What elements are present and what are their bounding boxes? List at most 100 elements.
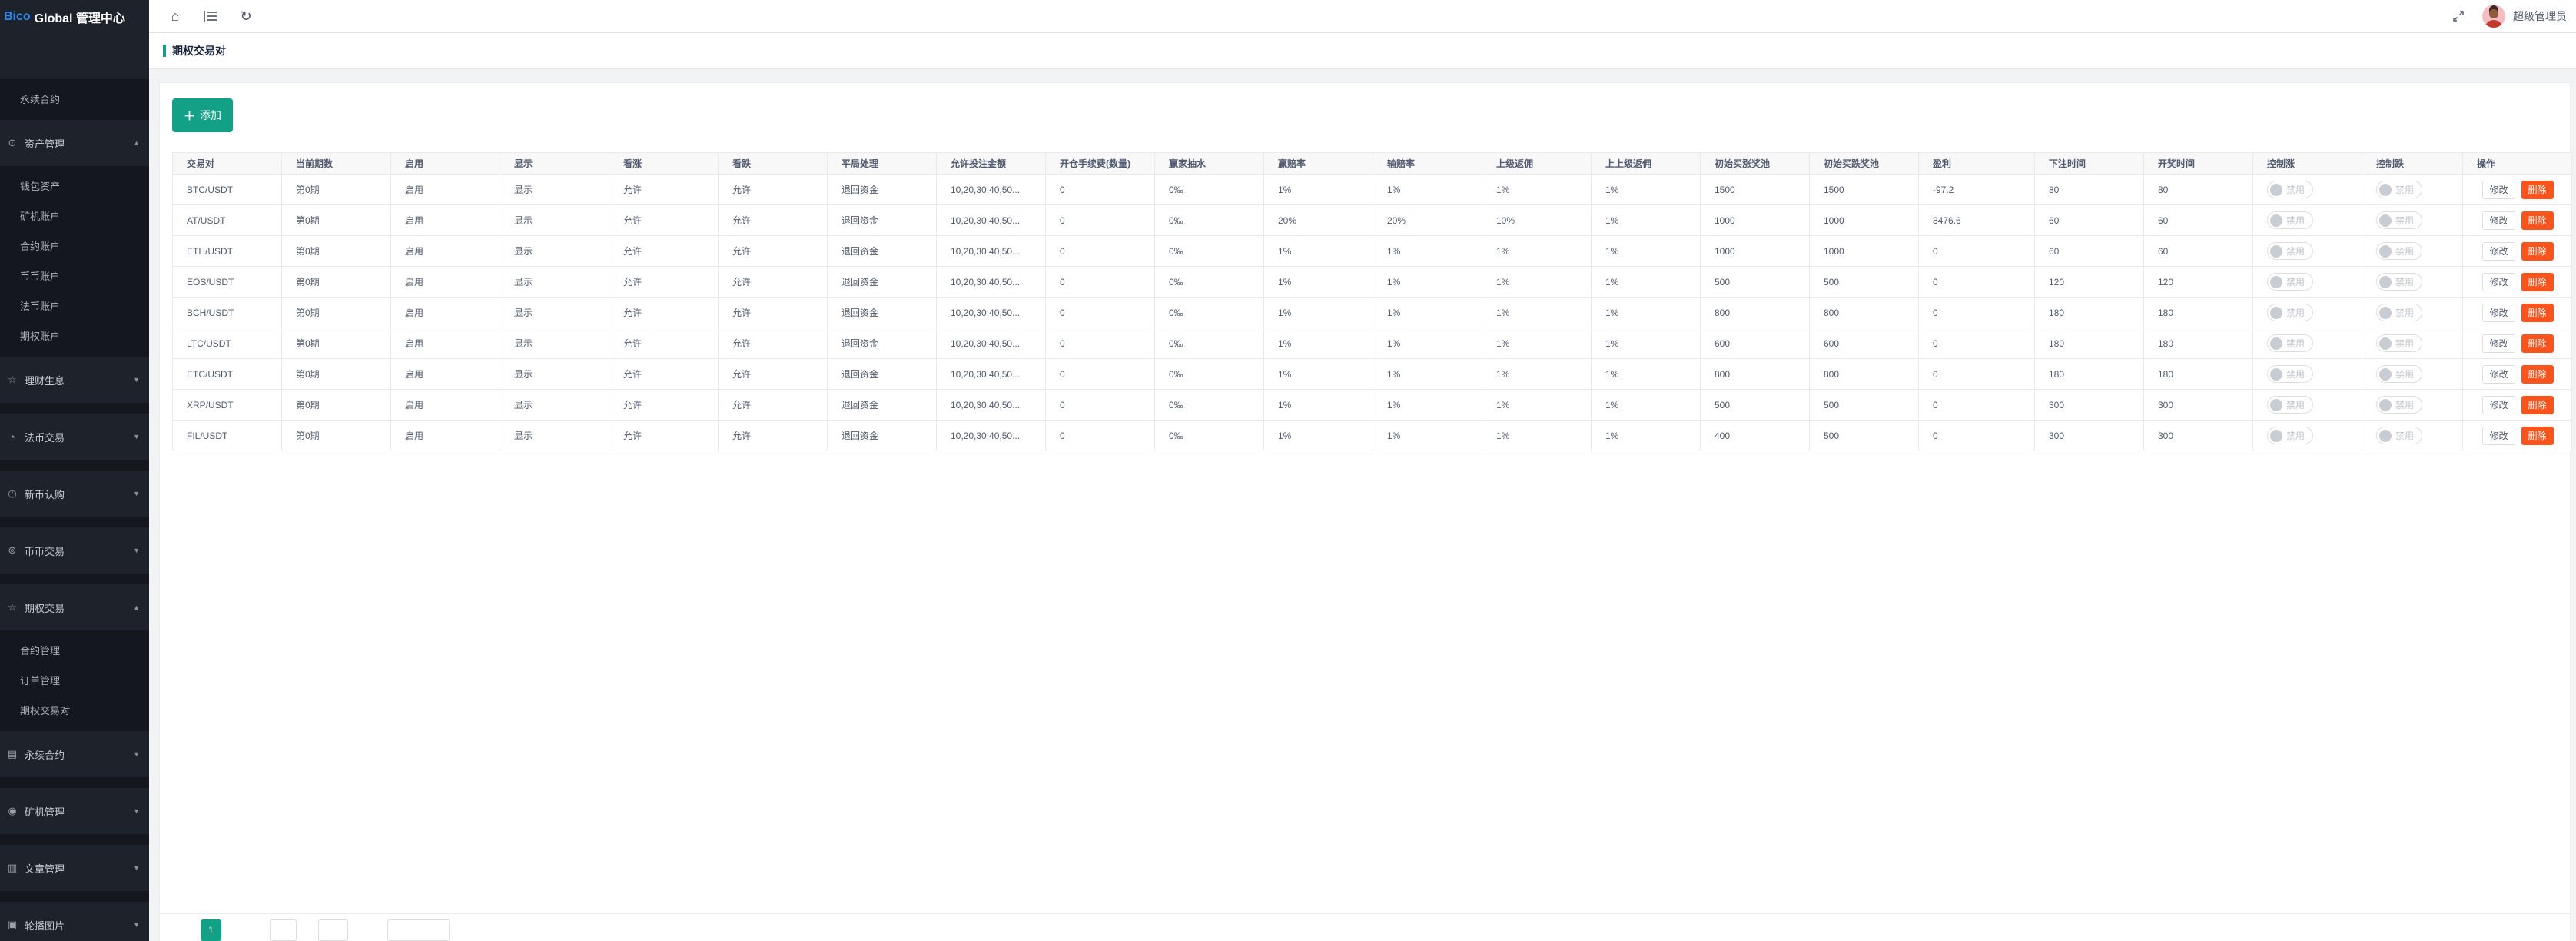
home-icon[interactable]: ⌂ [168, 8, 183, 24]
sidebar-sub-item[interactable]: 永续合约 [0, 84, 149, 114]
edit-button[interactable]: 修改 [2482, 242, 2515, 261]
sidebar-sub-item[interactable]: 法币账户 [0, 291, 149, 321]
table-header-cell[interactable]: 开仓手续费(数量) [1046, 153, 1155, 175]
cell-visible: 显示 [500, 359, 609, 390]
control-down-toggle[interactable]: 禁用 [2376, 334, 2422, 352]
sidebar-group-item[interactable]: ☆ 理财生息 ▼ [0, 357, 149, 403]
table-header-cell[interactable]: 输赔率 [1373, 153, 1482, 175]
table-header-cell[interactable]: 操作 [2463, 153, 2572, 175]
cell-winner-rake: 0‰ [1155, 359, 1264, 390]
control-up-toggle[interactable]: 禁用 [2267, 273, 2313, 291]
cell-bet-amounts: 10,20,30,40,50... [937, 421, 1046, 451]
delete-button[interactable]: 删除 [2521, 396, 2554, 414]
table-header-cell[interactable]: 允许投注金额 [937, 153, 1046, 175]
delete-button[interactable]: 删除 [2521, 334, 2554, 353]
sidebar-group-item[interactable]: ◉ 矿机管理 ▼ [0, 788, 149, 834]
delete-button[interactable]: 删除 [2521, 211, 2554, 230]
pagination-page-size-select[interactable] [387, 919, 450, 941]
edit-button[interactable]: 修改 [2482, 427, 2515, 445]
refresh-icon[interactable]: ↻ [238, 8, 254, 24]
control-up-toggle[interactable]: 禁用 [2267, 396, 2313, 414]
delete-button[interactable]: 删除 [2521, 242, 2554, 261]
delete-button[interactable]: 删除 [2521, 273, 2554, 291]
sidebar-sub-item[interactable]: 期权账户 [0, 321, 149, 351]
table-header-cell[interactable]: 上上级返佣 [1592, 153, 1701, 175]
control-up-toggle[interactable]: 禁用 [2267, 211, 2313, 229]
delete-button[interactable]: 删除 [2521, 304, 2554, 322]
table-header-cell[interactable]: 当前期数 [282, 153, 391, 175]
collapse-menu-icon[interactable] [203, 8, 218, 24]
sidebar-sub-item[interactable]: 期权交易对 [0, 695, 149, 725]
pagination-button[interactable] [318, 919, 348, 941]
edit-button[interactable]: 修改 [2482, 211, 2515, 230]
table-header-cell[interactable]: 盈利 [1919, 153, 2035, 175]
table-header-cell[interactable]: 开奖时间 [2144, 153, 2253, 175]
sidebar-sub-item[interactable]: 矿机账户 [0, 201, 149, 231]
control-down-toggle[interactable]: 禁用 [2376, 242, 2422, 260]
sidebar-group-item[interactable]: ◔ 法币交易 ▼ [0, 414, 149, 460]
table-header-cell[interactable]: 控制涨 [2253, 153, 2362, 175]
table-header-cell[interactable]: 平局处理 [828, 153, 937, 175]
sidebar-group-item[interactable]: ⊙ 资产管理 ▲ [0, 120, 149, 166]
control-down-toggle[interactable]: 禁用 [2376, 365, 2422, 383]
edit-button[interactable]: 修改 [2482, 334, 2515, 353]
delete-button[interactable]: 删除 [2521, 427, 2554, 445]
control-up-toggle[interactable]: 禁用 [2267, 334, 2313, 352]
avatar[interactable] [2482, 5, 2505, 28]
control-up-toggle[interactable]: 禁用 [2267, 365, 2313, 383]
control-down-toggle[interactable]: 禁用 [2376, 273, 2422, 291]
sidebar-sub-item[interactable]: 合约账户 [0, 231, 149, 261]
control-up-toggle[interactable]: 禁用 [2267, 181, 2313, 198]
cell-visible: 显示 [500, 390, 609, 421]
pagination-current-page[interactable]: 1 [201, 919, 221, 941]
edit-button[interactable]: 修改 [2482, 396, 2515, 414]
edit-button[interactable]: 修改 [2482, 365, 2515, 384]
sidebar-group-item[interactable]: ☆ 期权交易 ▲ [0, 584, 149, 630]
control-down-toggle[interactable]: 禁用 [2376, 181, 2422, 198]
cell-l2-rebate: 1% [1592, 328, 1701, 359]
delete-button[interactable]: 删除 [2521, 365, 2554, 384]
table-header-cell[interactable]: 启用 [391, 153, 500, 175]
edit-button[interactable]: 修改 [2482, 181, 2515, 199]
sidebar-sub-item[interactable]: 合约管理 [0, 635, 149, 665]
sidebar-group-item[interactable] [0, 33, 149, 79]
table-header-cell[interactable]: 赢赔率 [1264, 153, 1373, 175]
fullscreen-icon[interactable] [2452, 9, 2465, 23]
cell-control-up: 禁用 [2253, 236, 2362, 267]
edit-button[interactable]: 修改 [2482, 273, 2515, 291]
table-header-cell[interactable]: 看涨 [609, 153, 719, 175]
sidebar-group-item[interactable]: ▤ 永续合约 ▼ [0, 731, 149, 777]
sidebar-sub-item[interactable]: 订单管理 [0, 665, 149, 695]
sidebar-group-item[interactable]: ◷ 新币认购 ▼ [0, 470, 149, 517]
add-button[interactable]: ＋ 添加 [172, 98, 233, 132]
sidebar-sub-item[interactable]: 币币账户 [0, 261, 149, 291]
admin-name[interactable]: 超级管理员 [2513, 8, 2567, 24]
table-header-cell[interactable]: 上级返佣 [1482, 153, 1592, 175]
table-header-cell[interactable]: 控制跌 [2362, 153, 2463, 175]
table-header-cell[interactable]: 赢家抽水 [1155, 153, 1264, 175]
cell-pool-down: 600 [1810, 328, 1919, 359]
table-header-cell[interactable]: 显示 [500, 153, 609, 175]
control-up-toggle[interactable]: 禁用 [2267, 242, 2313, 260]
table-header-cell[interactable]: 初始买跌奖池 [1810, 153, 1919, 175]
delete-button[interactable]: 删除 [2521, 181, 2554, 199]
control-up-toggle[interactable]: 禁用 [2267, 427, 2313, 444]
cell-allow-up: 允许 [609, 205, 719, 236]
table-header-cell[interactable]: 初始买涨奖池 [1701, 153, 1810, 175]
control-down-toggle[interactable]: 禁用 [2376, 427, 2422, 444]
cell-visible: 显示 [500, 421, 609, 451]
edit-button[interactable]: 修改 [2482, 304, 2515, 322]
cell-bet-amounts: 10,20,30,40,50... [937, 359, 1046, 390]
control-down-toggle[interactable]: 禁用 [2376, 304, 2422, 321]
sidebar-group-item[interactable]: ▥ 文章管理 ▼ [0, 845, 149, 891]
control-down-toggle[interactable]: 禁用 [2376, 211, 2422, 229]
sidebar-sub-item[interactable]: 钱包资产 [0, 171, 149, 201]
sidebar-group-item[interactable]: ▣ 轮播图片 ▼ [0, 902, 149, 941]
table-header-cell[interactable]: 交易对 [173, 153, 282, 175]
control-up-toggle[interactable]: 禁用 [2267, 304, 2313, 321]
control-down-toggle[interactable]: 禁用 [2376, 396, 2422, 414]
sidebar-group-item[interactable]: ⊚ 币币交易 ▼ [0, 527, 149, 574]
table-header-cell[interactable]: 下注时间 [2035, 153, 2144, 175]
pagination-button[interactable] [270, 919, 297, 941]
table-header-cell[interactable]: 看跌 [719, 153, 828, 175]
